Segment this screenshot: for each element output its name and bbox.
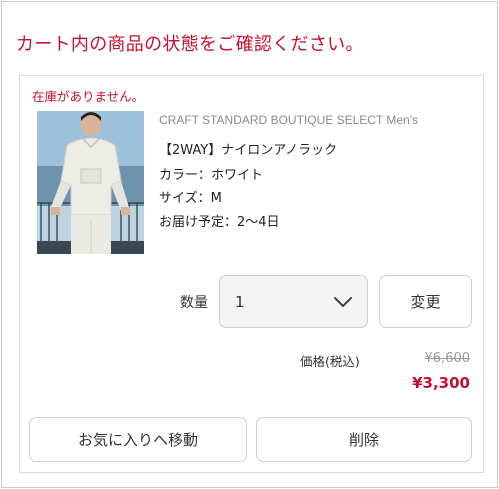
quantity-select[interactable]: 1	[219, 275, 368, 328]
cart-notice: カート内の商品の状態をご確認ください。	[16, 34, 364, 55]
product-name[interactable]: 【2WAY】ナイロンアノラック	[159, 139, 337, 158]
delete-button[interactable]: 削除	[256, 417, 472, 462]
product-delivery: お届け予定：2〜4日	[159, 215, 280, 230]
cart-item-card: 在庫がありません。 CRAFT STANDARD BOUTIQUE SELECT…	[19, 75, 484, 473]
chevron-down-icon	[333, 293, 353, 311]
product-size: サイズ：M	[159, 191, 222, 206]
cart-panel: カート内の商品の状態をご確認ください。 在庫がありません。 CRAFT STAN…	[1, 1, 498, 488]
quantity-label: 数量	[180, 295, 208, 311]
quantity-value: 1	[235, 293, 245, 311]
product-brand[interactable]: CRAFT STANDARD BOUTIQUE SELECT Men's	[159, 113, 418, 127]
change-quantity-button[interactable]: 変更	[379, 275, 472, 328]
original-price: ¥6,600	[424, 351, 471, 366]
move-to-favorites-button[interactable]: お気に入りへ移動	[29, 417, 247, 462]
product-image[interactable]	[37, 111, 144, 254]
price-label: 価格(税込)	[300, 354, 360, 369]
stock-status: 在庫がありません。	[32, 89, 145, 104]
sale-price: ¥3,300	[412, 374, 470, 392]
product-color: カラー：ホワイト	[159, 168, 264, 183]
